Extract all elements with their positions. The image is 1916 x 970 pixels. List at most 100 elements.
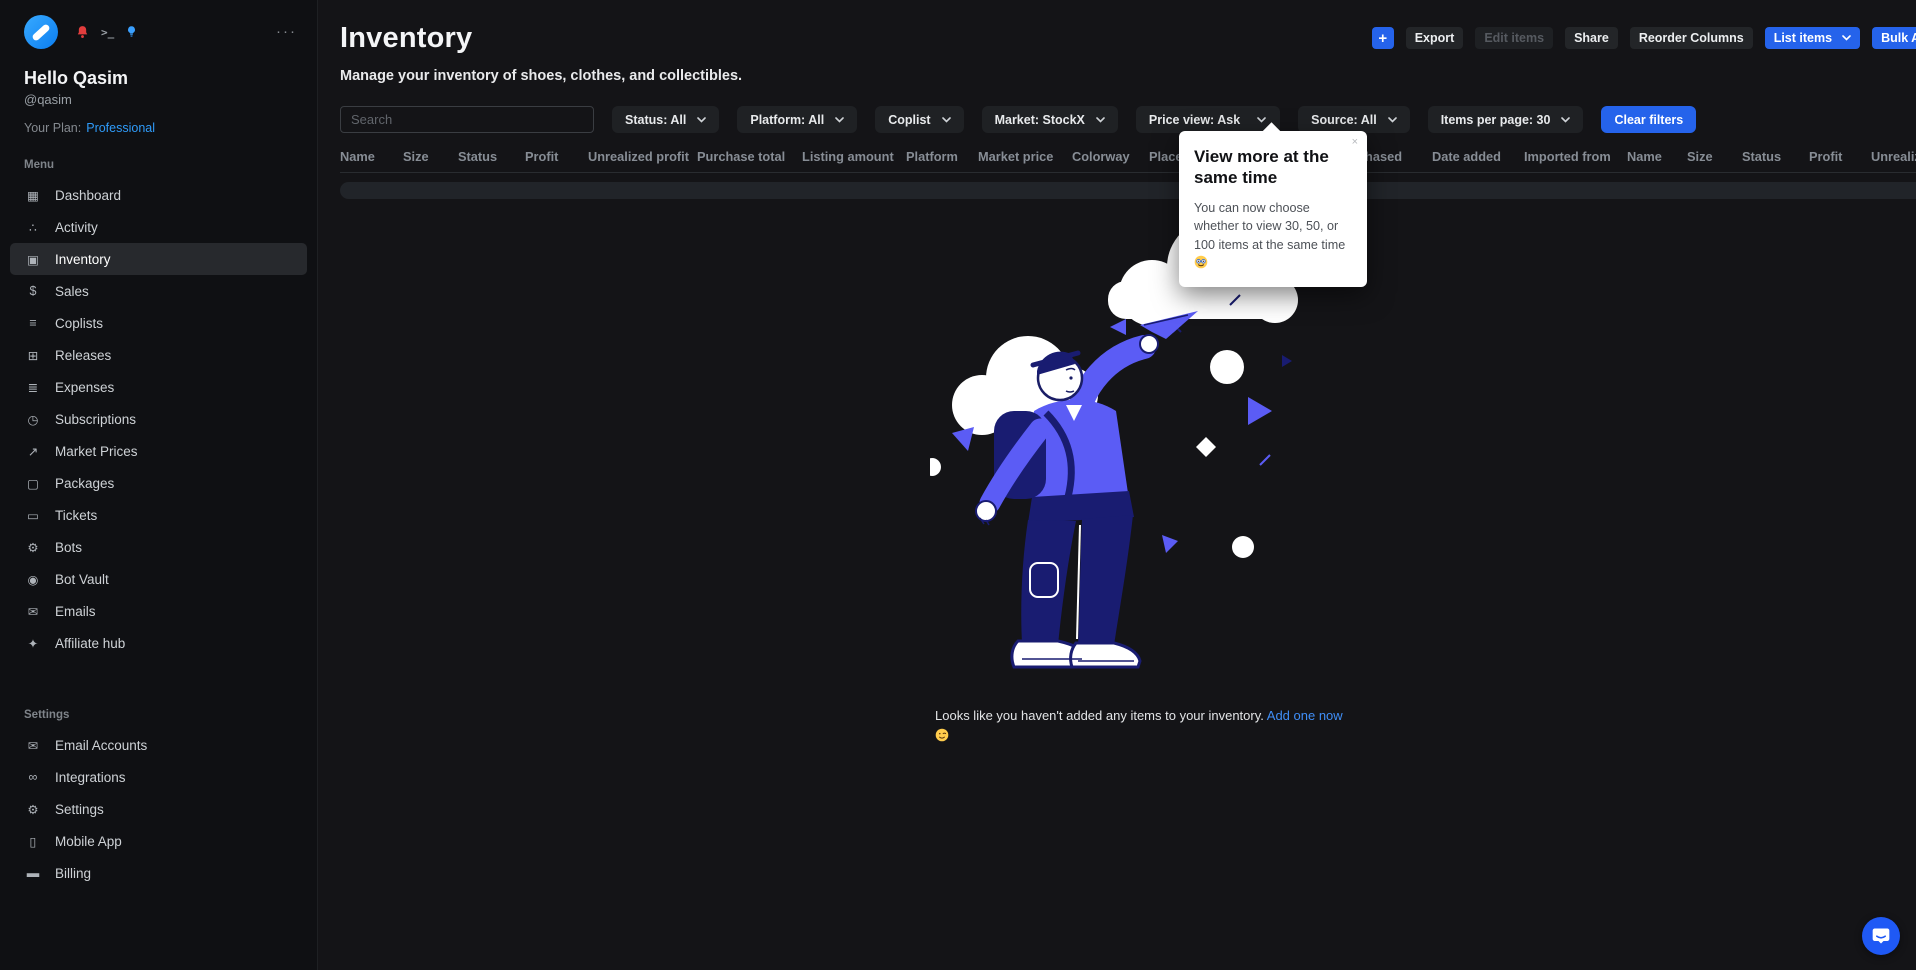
add-item-button[interactable]: + [1372, 27, 1394, 49]
sidebar-item-releases[interactable]: ⊞ Releases [10, 339, 307, 371]
chevron-down-icon [1842, 35, 1851, 41]
sidebar-item-label: Activity [55, 220, 98, 235]
terminal-icon[interactable]: >_ [101, 26, 114, 39]
tickets-icon: ▭ [24, 508, 42, 523]
sidebar-item-expenses[interactable]: ≣ Expenses [10, 371, 307, 403]
sidebar-item-tickets[interactable]: ▭ Tickets [10, 499, 307, 531]
sidebar-item-label: Coplists [55, 316, 103, 331]
sidebar-item-label: Integrations [55, 770, 126, 785]
app-logo[interactable] [24, 15, 58, 49]
column-header: Colorway [1072, 149, 1149, 164]
sidebar-item-market-prices[interactable]: ↗ Market Prices [10, 435, 307, 467]
reorder-columns-button[interactable]: Reorder Columns [1630, 27, 1753, 49]
sidebar-item-email-accounts[interactable]: ✉ Email Accounts [10, 729, 307, 761]
sidebar-item-bot-vault[interactable]: ◉ Bot Vault [10, 563, 307, 595]
filter-chip-coplist[interactable]: Coplist [875, 106, 963, 133]
empty-table-row [340, 182, 1916, 199]
emails-envelope-icon: ✉ [24, 604, 42, 619]
sidebar-item-label: Affiliate hub [55, 636, 125, 651]
sidebar-item-mobile-app[interactable]: ▯ Mobile App [10, 825, 307, 857]
share-button[interactable]: Share [1565, 27, 1618, 49]
sidebar-item-label: Packages [55, 476, 114, 491]
chevron-down-icon [835, 117, 844, 123]
empty-inventory-illustration [930, 215, 1330, 700]
filter-chip-label: Status: All [625, 113, 686, 127]
filter-chip-platform[interactable]: Platform: All [737, 106, 857, 133]
search-input[interactable] [340, 106, 594, 133]
sidebar-item-subscriptions[interactable]: ◷ Subscriptions [10, 403, 307, 435]
filter-chip-items-per-page[interactable]: Items per page: 30 [1428, 106, 1584, 133]
notification-bell-icon[interactable] [76, 25, 89, 40]
clear-filters-button[interactable]: Clear filters [1601, 106, 1696, 133]
toolbar: + Export Edit items Share Reorder Column… [1372, 27, 1916, 49]
sidebar-item-coplists[interactable]: ≡ Coplists [10, 307, 307, 339]
filter-bar: Status: All Platform: All Coplist Market… [340, 106, 1916, 133]
add-one-now-link[interactable]: Add one now [1267, 708, 1343, 723]
sidebar-item-label: Sales [55, 284, 89, 299]
sidebar-item-activity[interactable]: ∴ Activity [10, 211, 307, 243]
filter-chip-market[interactable]: Market: StockX [982, 106, 1118, 133]
sidebar-item-bots[interactable]: ⚙ Bots [10, 531, 307, 563]
list-items-label: List items [1774, 31, 1832, 45]
sidebar-item-affiliate-hub[interactable]: ✦ Affiliate hub [10, 627, 307, 659]
sidebar-item-label: Email Accounts [55, 738, 147, 753]
sidebar-item-label: Releases [55, 348, 111, 363]
app-root: >_ ··· Hello Qasim @qasim Your Plan:Prof… [0, 0, 1916, 970]
coplists-icon: ≡ [24, 316, 42, 330]
sidebar-item-integrations[interactable]: ∞ Integrations [10, 761, 307, 793]
column-header: Name [340, 149, 403, 164]
sidebar-header: >_ ··· [0, 14, 317, 50]
chevron-down-icon [1096, 117, 1105, 123]
sidebar-item-billing[interactable]: ▬ Billing [10, 857, 307, 889]
lightbulb-icon[interactable] [126, 25, 137, 40]
sidebar-item-settings[interactable]: ⚙ Settings [10, 793, 307, 825]
column-header: Unrealized profit [588, 149, 697, 164]
filter-chip-label: Market: StockX [995, 113, 1085, 127]
sidebar-item-sales[interactable]: $ Sales [10, 275, 307, 307]
close-icon[interactable]: × [1352, 136, 1358, 148]
sidebar-menu: ▦ Dashboard ∴ Activity ▣ Inventory $ Sal… [0, 179, 317, 659]
bulk-actions-label: Bulk Actions [1881, 31, 1916, 45]
column-header: Profit [525, 149, 588, 164]
column-header: Status [1742, 149, 1809, 164]
releases-calendar-icon: ⊞ [24, 348, 42, 363]
packages-box-icon: ▢ [24, 476, 42, 491]
settings-sliders-icon: ⚙ [24, 802, 42, 817]
filter-chip-label: Items per page: 30 [1441, 113, 1551, 127]
settings-section-label: Settings [0, 709, 317, 721]
column-header: Purchase total [697, 149, 802, 164]
filter-chip-price-view[interactable]: Price view: Ask [1136, 106, 1280, 133]
sidebar-item-label: Subscriptions [55, 412, 136, 427]
tooltip-title: View more at the same time [1194, 146, 1353, 189]
sidebar-item-packages[interactable]: ▢ Packages [10, 467, 307, 499]
sidebar-item-dashboard[interactable]: ▦ Dashboard [10, 179, 307, 211]
empty-state-message: Looks like you haven't added any items t… [935, 708, 1264, 723]
filter-chip-source[interactable]: Source: All [1298, 106, 1410, 133]
sidebar-item-inventory[interactable]: ▣ Inventory [10, 243, 307, 275]
chevron-down-icon [1388, 117, 1397, 123]
sidebar-item-label: Dashboard [55, 188, 121, 203]
filter-chips: Status: All Platform: All Coplist Market… [612, 106, 1583, 133]
filter-chip-status[interactable]: Status: All [612, 106, 719, 133]
logo-swoosh [31, 23, 51, 42]
sidebar-menu-dots[interactable]: ··· [276, 27, 297, 37]
chat-launcher-button[interactable] [1862, 917, 1900, 955]
table-header-row: NameSizeStatusProfitUnrealized profitPur… [340, 149, 1916, 173]
expenses-receipt-icon: ≣ [24, 380, 42, 395]
tooltip-body: You can now choose whether to view 30, 5… [1194, 199, 1353, 274]
affiliate-hub-icon: ✦ [24, 636, 42, 651]
wink-face-emoji [935, 728, 949, 742]
greeting: Hello Qasim [24, 68, 293, 89]
list-items-dropdown[interactable]: List items [1765, 27, 1860, 49]
sidebar-item-label: Inventory [55, 252, 111, 267]
plan-value-link[interactable]: Professional [86, 121, 155, 135]
sidebar-item-label: Bots [55, 540, 82, 555]
main-content: Inventory + Export Edit items Share Reor… [318, 0, 1916, 970]
bulk-actions-dropdown[interactable]: Bulk Actions [1872, 27, 1916, 49]
sidebar-item-label: Tickets [55, 508, 97, 523]
export-button[interactable]: Export [1406, 27, 1464, 49]
page-title: Inventory [340, 22, 472, 55]
sidebar-item-emails[interactable]: ✉ Emails [10, 595, 307, 627]
sidebar-settings: ✉ Email Accounts ∞ Integrations ⚙ Settin… [0, 729, 317, 889]
edit-items-button[interactable]: Edit items [1475, 27, 1553, 49]
